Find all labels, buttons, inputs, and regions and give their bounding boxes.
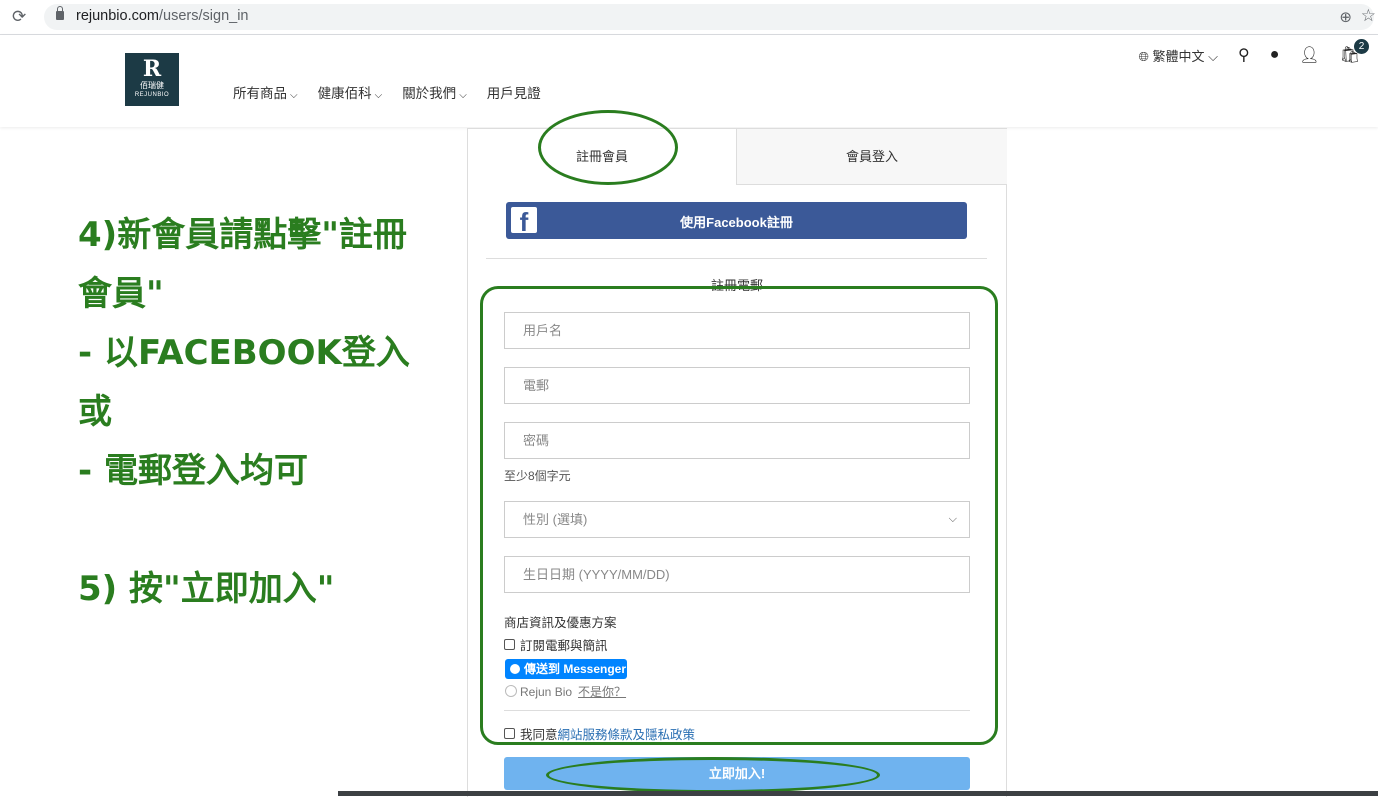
highlight-ellipse-register-tab [538, 110, 678, 185]
highlight-box-signup-form [480, 286, 998, 745]
chevron-down-icon: ⌵ [374, 90, 383, 101]
bookmark-star-icon[interactable]: ☆ [1361, 6, 1376, 26]
nav-item-health[interactable]: 健康佰科 ⌵ [318, 82, 383, 102]
search-icon[interactable]: ⚲ [1238, 45, 1250, 65]
facebook-signup-button[interactable]: f 使用Facebook註冊 [506, 202, 967, 239]
user-icon[interactable]: 👤︎ [1299, 45, 1319, 65]
header-actions: 🌐︎ 繁體中文 ⌵ ⚲ ● 👤︎ 🛍︎ 2 [1138, 39, 1369, 65]
globe-icon: 🌐︎ [1138, 48, 1149, 64]
browser-toolbar: ⟳ rejunbio.com/users/sign_in ⊕ ☆ [0, 0, 1378, 35]
taskbar-strip [338, 791, 1378, 796]
chevron-down-icon: ⌵ [1208, 48, 1218, 64]
chat-icon[interactable]: ● [1270, 46, 1280, 64]
annotation-line: - 以FACEBOOK登入 [78, 333, 410, 373]
nav-item-about[interactable]: 關於我們 ⌵ [402, 82, 467, 102]
language-selector[interactable]: 🌐︎ 繁體中文 ⌵ [1138, 46, 1218, 65]
lock-icon [56, 6, 64, 20]
zoom-icon[interactable]: ⊕ [1339, 8, 1352, 26]
main-nav: 所有商品 ⌵ 健康佰科 ⌵ 關於我們 ⌵ 用戶見證 [233, 82, 541, 102]
chevron-down-icon: ⌵ [290, 90, 298, 101]
annotation-line: 4)新會員請點擊"註冊 [78, 215, 407, 255]
site-logo[interactable]: R 佰瑞健 REJUNBIO [125, 53, 179, 106]
url-text: rejunbio.com/users/sign_in [76, 8, 249, 24]
divider [486, 258, 987, 259]
instruction-annotation: 4)新會員請點擊"註冊 會員" - 以FACEBOOK登入 或 - 電郵登入均可… [78, 206, 468, 619]
annotation-line: - 電郵登入均可 [78, 451, 308, 491]
address-bar[interactable]: rejunbio.com/users/sign_in ⊕ ☆ [44, 4, 1376, 30]
site-header: R 佰瑞健 REJUNBIO 所有商品 ⌵ 健康佰科 ⌵ 關於我們 ⌵ 用戶見證 🌐︎… [0, 35, 1378, 127]
reload-icon[interactable]: ⟳ [12, 7, 26, 27]
annotation-line: 會員" [78, 274, 164, 314]
annotation-line [78, 501, 468, 560]
annotation-line: 5) 按"立即加入" [78, 569, 335, 609]
highlight-ellipse-join-button [546, 757, 880, 793]
tab-login[interactable]: 會員登入 [736, 129, 1007, 185]
nav-item-testimonials[interactable]: 用戶見證 [487, 82, 541, 102]
nav-item-all-products[interactable]: 所有商品 ⌵ [233, 82, 298, 102]
annotation-line: 或 [78, 392, 112, 432]
chevron-down-icon: ⌵ [459, 90, 467, 101]
cart-count-badge: 2 [1354, 39, 1369, 54]
cart-icon[interactable]: 🛍︎ 2 [1340, 39, 1369, 65]
